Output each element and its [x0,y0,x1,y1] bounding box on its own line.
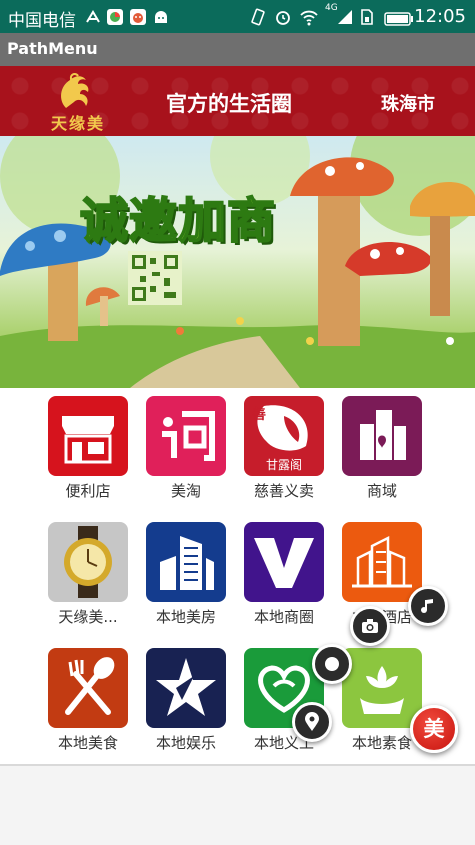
category-label: 慈善义卖 [253,482,314,500]
app-title: PathMenu [7,39,98,58]
storefront-icon [48,396,128,476]
browser-app-icon [107,9,123,25]
charity-tile-text: 甘露阁 [265,458,302,472]
status-time: 12:05 [414,6,466,27]
location-pin-icon [305,712,319,731]
category-local-entertainment[interactable]: 本地娱乐 [136,640,236,760]
charity-gan-lu-ge-icon: 善 甘露阁 [244,396,324,476]
category-label: 美淘 [170,482,201,500]
category-local-business-district[interactable]: 本地商圈 [234,514,334,634]
category-label: 本地娱乐 [155,734,216,752]
alarm-icon [276,11,290,25]
path-menu-bubble-button[interactable] [312,644,352,684]
carrier-name: 中国电信 [8,11,76,31]
category-label: 天缘美... [58,608,118,626]
promo-banner[interactable]: 诚邀加商 [0,136,475,388]
phoenix-logo-icon [61,73,89,108]
city-selector[interactable]: 珠海市 [381,90,435,116]
category-grid: 便利店 美淘 善 甘露阁 慈善义卖 商域 天缘美... 本地美房 本地商圈 本地… [0,388,475,764]
camera-icon [362,619,378,633]
category-label: 本地美食 [57,734,118,752]
category-local-food[interactable]: 本地美食 [38,640,138,760]
header-slogan: 官方的生活圈 [166,92,292,116]
gold-watch-icon [48,522,128,602]
mushroom-illustration [0,136,475,388]
category-local-real-estate[interactable]: 本地美房 [136,514,236,634]
fork-spoon-icon [48,648,128,728]
music-note-icon [421,599,433,613]
bubble-icon [325,657,339,671]
usb-debug-icon [86,10,100,23]
real-estate-building-icon [146,522,226,602]
path-menu-camera-button[interactable] [350,606,390,646]
wifi-icon [300,10,318,26]
battery-icon [384,12,413,26]
logo-text: 天缘美 [50,114,105,133]
header-banner: 天缘美 官方的生活圈 珠海市 [0,66,475,136]
signal-icon [338,10,352,24]
category-charity-sale[interactable]: 善 甘露阁 慈善义卖 [234,388,334,508]
hotel-building-icon [342,522,422,602]
category-convenience-store[interactable]: 便利店 [38,388,138,508]
sim-icon [361,9,373,25]
commerce-buildings-icon [342,396,422,476]
status-bar: 中国电信 4G 12:05 [0,0,475,33]
brand-logo[interactable]: 天缘美 [38,70,118,133]
path-menu-location-button[interactable] [292,702,332,742]
action-bar: PathMenu [0,33,475,66]
category-label: 本地商圈 [253,608,314,626]
category-commerce[interactable]: 商域 [332,388,432,508]
android-icon [155,11,167,23]
category-label: 便利店 [65,482,111,500]
tao-character-icon [146,396,226,476]
star-icon [146,648,226,728]
bottom-area [0,766,475,845]
v-letter-icon [244,522,324,602]
game-app-icon [130,9,146,25]
charity-mark: 善 [252,407,266,423]
category-label: 商域 [366,482,397,500]
vibrate-icon [251,8,265,26]
category-tianyuanmei[interactable]: 天缘美... [38,514,138,634]
path-menu-music-button[interactable] [408,586,448,626]
path-menu-main-button[interactable]: 美 [410,705,458,753]
category-meitao[interactable]: 美淘 [136,388,236,508]
lotus-hand-icon [342,648,422,728]
category-label: 本地美房 [155,608,216,626]
banner-headline: 诚邀加商 [79,192,277,250]
